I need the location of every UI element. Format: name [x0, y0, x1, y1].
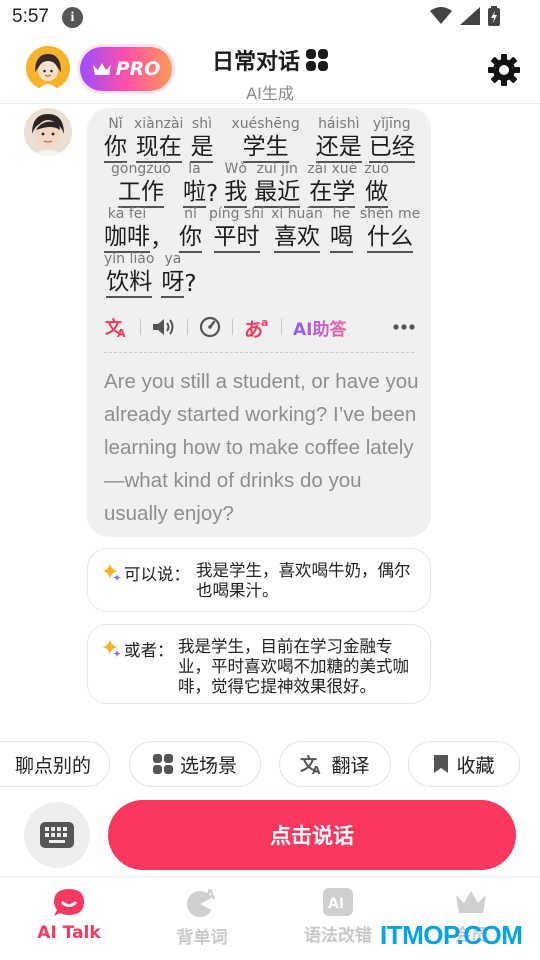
suggestion-text: 我是学生，喜欢喝牛奶，偶尔也喝果汁。: [196, 561, 411, 600]
choose-scene-chip[interactable]: 选场景: [129, 741, 261, 787]
toolbar-divider: [281, 319, 282, 335]
status-indicators: [430, 6, 500, 26]
kana-icon[interactable]: あa: [244, 313, 270, 341]
grid-icon: [152, 754, 173, 774]
svg-text:a: a: [261, 316, 268, 329]
action-chips: 聊点别的 选场景 文A 翻译 收藏: [0, 741, 540, 787]
chat-bubble-icon: [54, 889, 84, 916]
word[interactable]: shì 是: [190, 116, 214, 163]
nav-item-grammar[interactable]: AI 语法改错: [283, 887, 393, 946]
info-icon: i: [62, 7, 83, 28]
nav-item-ai-talk[interactable]: AI Talk: [14, 887, 124, 943]
nav-item-vocab[interactable]: A 背单词: [147, 887, 257, 948]
chip-label: 收藏: [456, 754, 495, 777]
chip-label: 翻译: [331, 754, 370, 777]
suggestion-card[interactable]: 可以说： 我是学生，喜欢喝牛奶，偶尔也喝果汁。: [87, 548, 431, 612]
tap-to-speak-button[interactable]: 点击说话: [108, 800, 516, 870]
translation-text: Are you still a student, or have you alr…: [104, 370, 419, 525]
page-subtitle: AI生成: [246, 84, 294, 103]
status-bar: 5:57 i: [0, 0, 540, 36]
grid-icon[interactable]: [306, 49, 328, 71]
toolbar-divider: [187, 319, 188, 335]
crown-icon: [456, 891, 486, 913]
word[interactable]: yǐjīng 已经: [368, 116, 415, 163]
ai-help-label: AI助答: [293, 315, 346, 340]
title-area: 日常对话 AI生成: [0, 44, 540, 104]
sparkle-icon: [102, 639, 121, 657]
wifi-icon: [430, 7, 452, 24]
watermark: ITMOP.COM: [380, 920, 523, 950]
gear-icon[interactable]: [486, 52, 522, 88]
word[interactable]: xiànzài 现在: [134, 116, 183, 163]
text-line-1: Nǐ 你 xiànzài 现在 shì 是 xuéshēng 学生 háishì 还是 y…: [104, 116, 424, 163]
word[interactable]: yǐn liào 饮料: [104, 251, 154, 298]
word[interactable]: gōngzuò 工作: [111, 161, 171, 208]
word[interactable]: shén me 什么: [360, 206, 420, 253]
speaker-icon[interactable]: [152, 313, 176, 341]
text-line-2: gōngzuò 工作 la 啦 ? Wǒ 我 zuì jìn 最近 zài xué 在学 …: [104, 161, 424, 208]
translate-chip[interactable]: 文A 翻译: [279, 741, 391, 787]
battery-icon: [488, 6, 500, 26]
translate-icon[interactable]: 文A: [105, 313, 129, 341]
word[interactable]: Nǐ 你: [104, 116, 127, 163]
word[interactable]: xuéshēng 学生: [231, 116, 300, 163]
text-line-3: kā fēi 咖啡 ， nǐ 你 píng shí 平时 xǐ huān 喜欢 hē 喝 …: [104, 206, 424, 253]
word[interactable]: la 啦: [183, 161, 206, 208]
page-title-text: 日常对话: [211, 50, 300, 75]
bot-avatar[interactable]: [24, 108, 72, 156]
toolbar-divider: [232, 319, 233, 335]
suggestion-label: 可以说：: [124, 565, 190, 584]
bubble-divider: [104, 352, 414, 353]
word[interactable]: píng shí 平时: [209, 206, 264, 253]
word[interactable]: hē 喝: [329, 206, 353, 253]
word[interactable]: xǐ huān 喜欢: [271, 206, 323, 253]
chip-label: 聊点别的: [15, 754, 92, 777]
chip-label: 选场景: [179, 754, 237, 777]
suggestion-card[interactable]: 或者： 我是学生，目前在学习金融专业，平时喜欢喝不加糖的美式咖啡，觉得它提神效果…: [87, 624, 431, 704]
word[interactable]: zuò 做: [364, 161, 389, 208]
favorite-chip[interactable]: 收藏: [408, 741, 520, 787]
status-time: 5:57: [12, 6, 49, 27]
pinyin-text-block: Nǐ 你 xiànzài 现在 shì 是 xuéshēng 学生 háishì 还是 y…: [104, 116, 424, 298]
ai-grammar-icon: AI: [323, 888, 353, 916]
keyboard-button[interactable]: [24, 802, 90, 868]
translate-icon: 文A: [300, 754, 321, 775]
word[interactable]: zuì jìn 最近: [254, 161, 301, 208]
sparkle-icon: [102, 563, 121, 581]
word[interactable]: nǐ 你: [179, 206, 202, 253]
text-line-4: yǐn liào 饮料 ya 呀 ?: [104, 251, 424, 298]
suggestion-text: 我是学生，目前在学习金融专业，平时喜欢喝不加糖的美式咖啡，觉得它提神效果很好。: [178, 637, 409, 696]
keyboard-icon: [40, 822, 74, 848]
suggestion-label: 或者：: [124, 641, 174, 660]
ai-help-button[interactable]: AI助答: [293, 313, 346, 341]
more-icon[interactable]: [393, 313, 415, 341]
page-title: 日常对话: [212, 44, 328, 76]
word[interactable]: háishì 还是: [315, 116, 362, 163]
vocab-icon: A: [187, 888, 215, 917]
nav-label: 背单词: [176, 928, 228, 948]
svg-text:AI: AI: [328, 896, 344, 912]
svg-text:A: A: [205, 888, 215, 903]
punctuation: ?: [184, 271, 197, 297]
punctuation: ，: [150, 226, 173, 252]
nav-label: AI Talk: [37, 923, 101, 943]
word[interactable]: ya 呀: [161, 251, 185, 298]
word[interactable]: zài xué 在学: [307, 161, 357, 208]
word[interactable]: kā fēi 咖啡: [104, 206, 150, 253]
svg-text:A: A: [117, 327, 126, 338]
message-bubble: Nǐ 你 xiànzài 现在 shì 是 xuéshēng 学生 háishì 还是 y…: [87, 108, 431, 537]
message-toolbar: 文A あa AI助答: [105, 313, 415, 341]
chat-other-topic-chip[interactable]: 聊点别的: [0, 741, 110, 787]
toolbar-divider: [140, 319, 141, 335]
bookmark-icon: [434, 755, 449, 773]
svg-text:A: A: [312, 764, 321, 775]
nav-label: 语法改错: [304, 926, 372, 946]
signal-icon: [460, 7, 480, 25]
header: PRO 日常对话 AI生成: [0, 36, 540, 104]
word[interactable]: Wǒ 我: [224, 161, 248, 208]
speed-gauge-icon[interactable]: [199, 313, 221, 341]
punctuation: ?: [206, 181, 219, 207]
